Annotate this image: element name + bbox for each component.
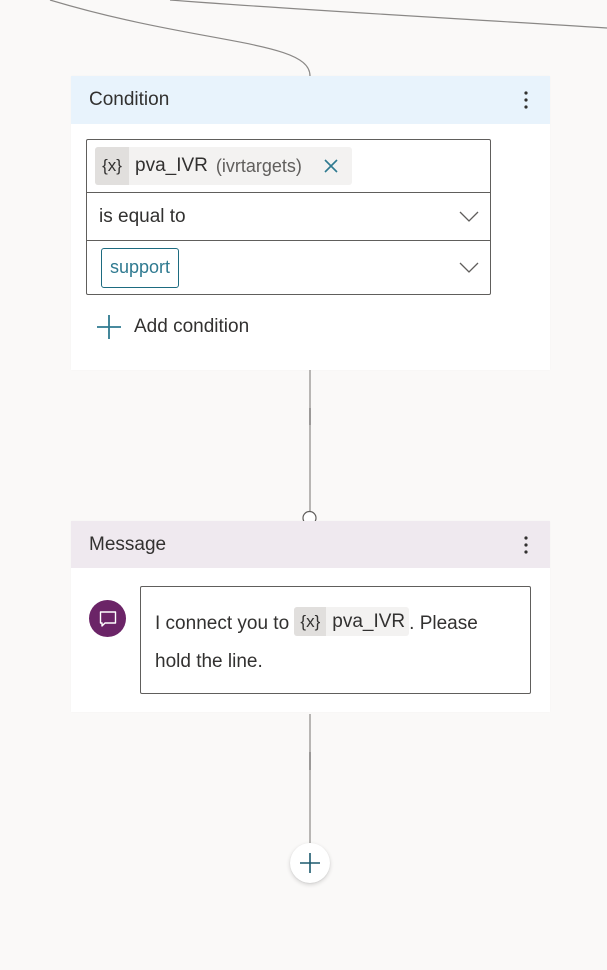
bypass-connector-line xyxy=(169,0,607,29)
more-vertical-icon xyxy=(524,535,528,554)
operator-dropdown-toggle[interactable] xyxy=(458,206,480,228)
message-node-header: Message xyxy=(71,521,550,568)
chat-message-icon xyxy=(99,610,116,627)
message-more-options-button[interactable] xyxy=(516,531,536,559)
condition-node-title: Condition xyxy=(89,89,170,110)
value-chip[interactable]: support xyxy=(101,247,180,288)
chevron-down-icon xyxy=(459,211,479,222)
condition-node[interactable]: Condition {x} pva_IVR (ivrtargets) is eq… xyxy=(71,76,550,370)
chevron-down-icon xyxy=(459,262,479,273)
message-text-before: I connect you to xyxy=(155,613,295,634)
message-node-title: Message xyxy=(89,533,167,555)
variable-name: pva_IVR xyxy=(135,155,208,176)
condition-node-header: Condition xyxy=(71,76,550,124)
add-condition-button[interactable]: Add condition xyxy=(96,313,249,341)
inline-variable-name: pva_IVR xyxy=(332,610,406,632)
condition-variable-row[interactable]: {x} pva_IVR (ivrtargets) xyxy=(87,140,490,193)
value-dropdown[interactable]: support xyxy=(87,241,490,294)
inline-variable-chip[interactable]: {x} pva_IVR xyxy=(294,607,410,637)
add-node-button[interactable] xyxy=(290,843,330,883)
message-text: I connect you to {x} pva_IVR. Please hold… xyxy=(155,605,516,681)
message-node[interactable]: Message I connect you to {x} pva_IVR. Ple… xyxy=(71,521,550,712)
variable-icon: {x} xyxy=(95,147,129,185)
message-text-editor[interactable]: I connect you to {x} pva_IVR. Please hold… xyxy=(140,586,531,694)
remove-variable-button[interactable] xyxy=(320,155,342,177)
value-dropdown-toggle[interactable] xyxy=(458,257,480,279)
close-icon xyxy=(324,159,338,173)
incoming-connector-curve xyxy=(49,0,311,77)
message-avatar xyxy=(89,600,126,637)
variable-chip[interactable]: {x} pva_IVR (ivrtargets) xyxy=(95,147,352,185)
plus-icon xyxy=(300,853,320,873)
condition-editor: {x} pva_IVR (ivrtargets) is equal to sup… xyxy=(86,139,491,295)
plus-icon xyxy=(96,314,122,340)
variable-icon: {x} xyxy=(294,607,327,637)
add-condition-label: Add condition xyxy=(134,316,250,337)
more-vertical-icon xyxy=(524,91,528,109)
condition-more-options-button[interactable] xyxy=(516,86,536,114)
variable-type: (ivrtargets) xyxy=(215,155,302,176)
operator-selected: is equal to xyxy=(99,205,186,227)
operator-dropdown[interactable]: is equal to xyxy=(87,193,490,241)
